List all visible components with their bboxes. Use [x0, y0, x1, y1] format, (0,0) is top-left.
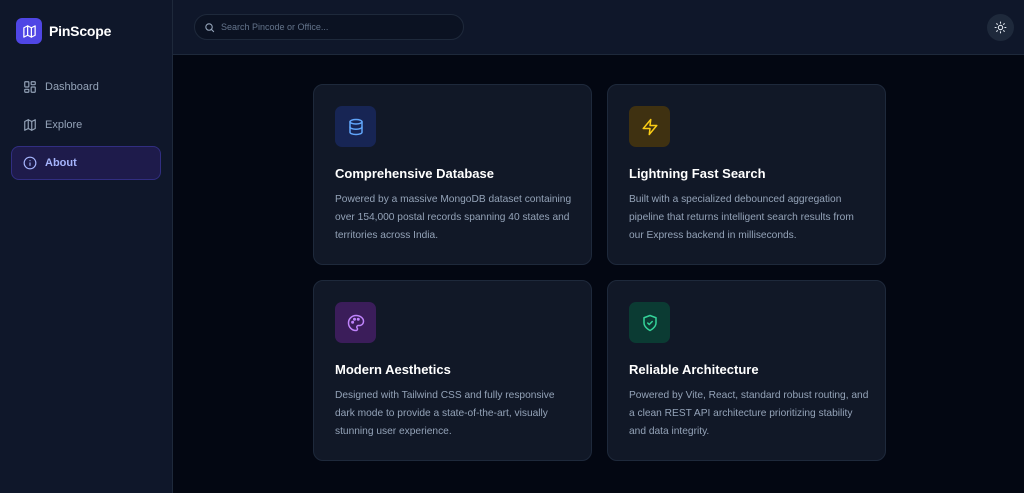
map-icon [23, 118, 37, 132]
card-description: Powered by Vite, React, standard robust … [629, 390, 869, 437]
shield-check-icon [629, 302, 670, 343]
database-icon [335, 106, 376, 147]
sidebar-item-label: Dashboard [45, 81, 99, 93]
topbar [173, 0, 1024, 55]
feature-card-aesthetics: Modern Aesthetics Designed with Tailwind… [313, 280, 592, 461]
card-title: Lightning Fast Search [629, 166, 766, 181]
sidebar-item-dashboard[interactable]: Dashboard [11, 70, 161, 104]
sidebar: PinScope Dashboard Explore About [0, 0, 173, 493]
main-content: Comprehensive Database Powered by a mass… [173, 55, 1024, 493]
brand[interactable]: PinScope [16, 18, 111, 44]
card-description: Designed with Tailwind CSS and fully res… [335, 390, 555, 437]
sidebar-item-label: Explore [45, 119, 83, 131]
card-description: Powered by a massive MongoDB dataset con… [335, 194, 572, 241]
theme-toggle-button[interactable] [987, 14, 1014, 41]
card-description: Built with a specialized debounced aggre… [629, 194, 854, 241]
feature-card-architecture: Reliable Architecture Powered by Vite, R… [607, 280, 886, 461]
search-input[interactable] [221, 22, 451, 32]
search-box[interactable] [194, 14, 464, 40]
sidebar-nav: Dashboard Explore About [11, 70, 161, 184]
app-name: PinScope [49, 23, 112, 39]
palette-icon [335, 302, 376, 343]
sun-icon [994, 21, 1007, 34]
sidebar-item-explore[interactable]: Explore [11, 108, 161, 142]
sidebar-item-about[interactable]: About [11, 146, 161, 180]
card-title: Reliable Architecture [629, 362, 759, 377]
lightning-icon [629, 106, 670, 147]
map-logo-icon [16, 18, 42, 44]
grid-icon [23, 80, 37, 94]
search-icon [204, 22, 215, 33]
card-title: Modern Aesthetics [335, 362, 451, 377]
feature-card-search: Lightning Fast Search Built with a speci… [607, 84, 886, 265]
card-title: Comprehensive Database [335, 166, 494, 181]
feature-card-database: Comprehensive Database Powered by a mass… [313, 84, 592, 265]
info-icon [23, 156, 37, 170]
sidebar-item-label: About [45, 157, 77, 169]
